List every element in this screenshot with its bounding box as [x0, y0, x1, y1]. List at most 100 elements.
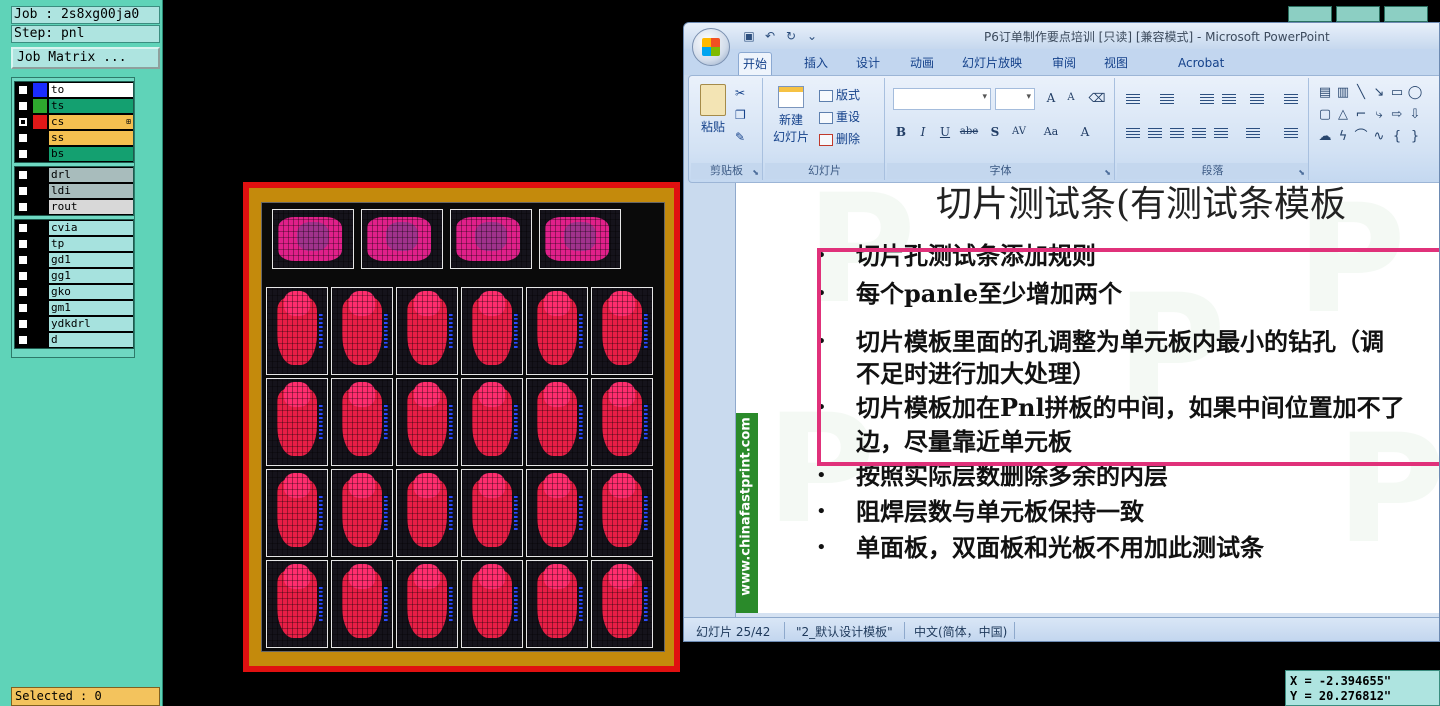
language-indicator[interactable]: 中文(简体，中国)	[914, 623, 1007, 640]
distribute-icon[interactable]	[1211, 122, 1231, 142]
layer-row-drl[interactable]: drl	[15, 167, 133, 183]
right-arrow-shape-icon[interactable]: ⇨	[1389, 108, 1405, 122]
layer-checkbox[interactable]	[18, 287, 28, 297]
redo-icon[interactable]: ↻	[782, 27, 800, 45]
rectangle-shape-icon[interactable]: ▭	[1389, 86, 1405, 100]
layer-checkbox[interactable]	[18, 117, 28, 127]
layer-name[interactable]: bs	[49, 147, 133, 161]
triangle-shape-icon[interactable]: △	[1335, 108, 1351, 122]
layer-row-gko[interactable]: gko	[15, 284, 133, 300]
layer-row-to[interactable]: to	[15, 82, 133, 98]
layer-row-cvia[interactable]: cvia	[15, 220, 133, 236]
textbox-shape-icon[interactable]: ▤	[1317, 86, 1333, 100]
layer-checkbox[interactable]	[18, 335, 28, 345]
paste-button[interactable]: 粘贴	[697, 84, 729, 135]
layer-row-cs[interactable]: cs ⊞	[15, 114, 133, 130]
toolbar-button-c[interactable]	[1384, 6, 1428, 22]
char-spacing-icon[interactable]: AV	[1009, 122, 1029, 142]
layer-name[interactable]: gd1	[49, 253, 133, 267]
rounded-rect-shape-icon[interactable]: ▢	[1317, 108, 1333, 122]
undo-icon[interactable]: ↶	[761, 27, 779, 45]
layer-row-rout[interactable]: rout	[15, 199, 133, 215]
paragraph-launcher-icon[interactable]: ⬊	[1298, 168, 1305, 177]
align-right-icon[interactable]	[1167, 122, 1187, 142]
brace-right-icon[interactable]: }	[1407, 130, 1423, 144]
align-center-icon[interactable]	[1145, 122, 1165, 142]
layer-checkbox[interactable]	[18, 319, 28, 329]
elbow-connector-icon[interactable]: ⌐	[1353, 108, 1369, 122]
layer-checkbox[interactable]	[18, 170, 28, 180]
save-icon[interactable]: ▣	[740, 27, 758, 45]
down-arrow-shape-icon[interactable]: ⇩	[1407, 108, 1423, 122]
line-shape-icon[interactable]: ╲	[1353, 86, 1369, 100]
line-spacing-icon[interactable]	[1247, 88, 1267, 108]
numbering-icon[interactable]	[1157, 88, 1177, 108]
grow-font-icon[interactable]: A	[1041, 88, 1061, 108]
layer-name[interactable]: drl	[49, 168, 133, 182]
layer-checkbox[interactable]	[18, 223, 28, 233]
layer-row-ts[interactable]: ts	[15, 98, 133, 114]
layer-row-gd1[interactable]: gd1	[15, 252, 133, 268]
toolbar-button-a[interactable]	[1288, 6, 1332, 22]
align-left-icon[interactable]	[1123, 122, 1143, 142]
layer-name[interactable]: to	[49, 83, 133, 97]
layer-checkbox[interactable]	[18, 133, 28, 143]
tab-acrobat[interactable]: Acrobat	[1174, 52, 1228, 75]
layer-name[interactable]: rout	[49, 200, 133, 214]
layer-row-bs[interactable]: bs	[15, 146, 133, 162]
layer-name[interactable]: cvia	[49, 221, 133, 235]
underline-icon[interactable]: U	[935, 122, 955, 142]
layer-name[interactable]: gko	[49, 285, 133, 299]
arc-shape-icon[interactable]: ⌒	[1353, 130, 1369, 144]
layer-name[interactable]: d	[49, 333, 133, 347]
decrease-indent-icon[interactable]	[1197, 88, 1217, 108]
arrow-shape-icon[interactable]: ↘	[1371, 86, 1387, 100]
layer-row-ldi[interactable]: ldi	[15, 183, 133, 199]
pcb-panel-view[interactable]	[243, 182, 680, 672]
text-direction-icon[interactable]	[1281, 88, 1301, 108]
layout-button[interactable]: 版式	[819, 86, 860, 103]
customize-qat-icon[interactable]: ⌄	[803, 27, 821, 45]
font-color-icon[interactable]: A	[1075, 122, 1095, 142]
bullets-icon[interactable]	[1123, 88, 1143, 108]
font-size-combo[interactable]	[995, 88, 1035, 110]
office-button[interactable]	[692, 28, 730, 66]
bold-icon[interactable]: B	[891, 122, 911, 142]
cut-icon[interactable]: ✂	[735, 86, 745, 100]
new-slide-button[interactable]: 新建 幻灯片	[769, 86, 813, 145]
brace-left-icon[interactable]: {	[1389, 130, 1405, 144]
oval-shape-icon[interactable]: ◯	[1407, 86, 1423, 100]
columns-icon[interactable]	[1243, 122, 1263, 142]
layer-row-ydkdrl[interactable]: ydkdrl	[15, 316, 133, 332]
tab-design[interactable]: 设计	[852, 52, 884, 75]
job-matrix-button[interactable]: Job Matrix ...	[11, 47, 160, 69]
layer-checkbox[interactable]	[18, 271, 28, 281]
layer-name[interactable]: tp	[49, 237, 133, 251]
clipboard-launcher-icon[interactable]: ⬊	[752, 168, 759, 177]
tab-home[interactable]: 开始	[738, 52, 773, 75]
layer-name[interactable]: gm1	[49, 301, 133, 315]
elbow-arrow-icon[interactable]: ⤷	[1371, 108, 1387, 122]
font-launcher-icon[interactable]: ⬊	[1104, 168, 1111, 177]
layer-checkbox[interactable]	[18, 255, 28, 265]
clear-format-icon[interactable]: ⌫	[1087, 88, 1107, 108]
layer-checkbox[interactable]	[18, 303, 28, 313]
increase-indent-icon[interactable]	[1219, 88, 1239, 108]
curve-shape-icon[interactable]: ∿	[1371, 130, 1387, 144]
change-case-icon[interactable]: Aa	[1041, 122, 1061, 142]
layer-checkbox[interactable]	[18, 186, 28, 196]
strikethrough-icon[interactable]: abe	[959, 122, 979, 142]
layer-row-tp[interactable]: tp	[15, 236, 133, 252]
smartart-icon[interactable]	[1281, 122, 1301, 142]
layer-checkbox[interactable]	[18, 85, 28, 95]
reset-button[interactable]: 重设	[819, 108, 860, 125]
slide-title[interactable]: 切片测试条(有测试条模板	[936, 183, 1346, 227]
italic-icon[interactable]: I	[913, 122, 933, 142]
copy-icon[interactable]: ❐	[735, 108, 746, 122]
tab-view[interactable]: 视图	[1100, 52, 1132, 75]
layer-name[interactable]: gg1	[49, 269, 133, 283]
slide-canvas[interactable]: P P P P P www.chinafastprint.com 切片测试条(有…	[736, 183, 1439, 613]
layer-name[interactable]: ts	[49, 99, 133, 113]
tab-review[interactable]: 审阅	[1048, 52, 1080, 75]
shadow-icon[interactable]: S	[985, 122, 1005, 142]
